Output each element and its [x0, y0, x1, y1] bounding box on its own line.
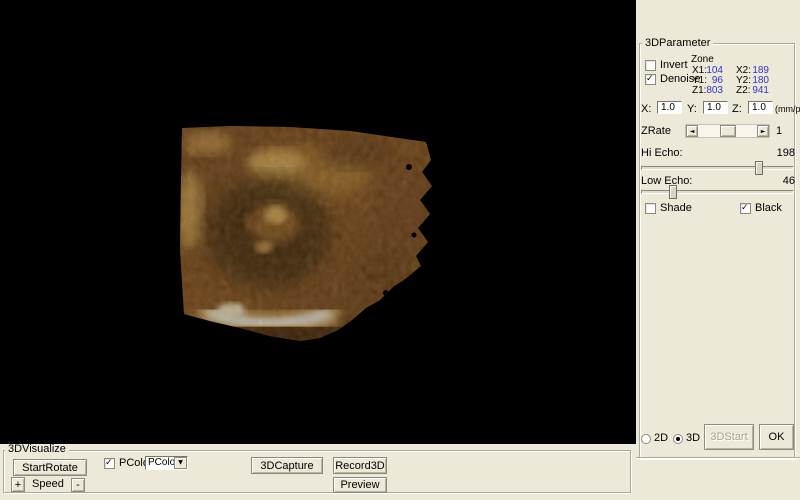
- parameter-panel: 3DParameter Invert Denoise Zone X1: 104 …: [636, 0, 800, 500]
- pcolor-checkbox[interactable]: [104, 458, 115, 469]
- hi-echo-label: Hi Echo:: [641, 148, 683, 159]
- record3d-button[interactable]: Record3D: [333, 457, 387, 474]
- low-echo-slider-thumb[interactable]: [669, 185, 677, 199]
- zrate-scrollbar[interactable]: ◄ ►: [685, 124, 770, 138]
- zrate-value: 1: [776, 126, 782, 137]
- speed-minus-button[interactable]: -: [71, 478, 85, 492]
- speed-label: Speed: [32, 479, 64, 490]
- render-viewport[interactable]: [0, 0, 636, 444]
- zrate-left-arrow-icon[interactable]: ◄: [686, 125, 698, 137]
- low-echo-value: 46: [783, 176, 795, 187]
- chevron-down-icon[interactable]: ▼: [174, 457, 187, 469]
- speed-plus-button[interactable]: +: [11, 477, 25, 492]
- low-echo-label: Low Echo:: [641, 176, 692, 187]
- hi-echo-slider-thumb[interactable]: [755, 161, 763, 175]
- invert-checkbox[interactable]: [645, 60, 656, 71]
- invert-label: Invert: [660, 60, 688, 71]
- scale-z-input[interactable]: 1.0: [748, 101, 773, 114]
- zrate-right-arrow-icon[interactable]: ►: [757, 125, 769, 137]
- scale-unit-label: (mm/p): [775, 104, 800, 115]
- low-echo-slider[interactable]: [641, 190, 794, 194]
- zrate-label: ZRate: [641, 126, 671, 137]
- 3dcapture-button[interactable]: 3DCapture: [251, 457, 323, 474]
- 3d-radio-label: 3D: [686, 433, 700, 444]
- shade-checkbox[interactable]: [645, 203, 656, 214]
- 3dstart-button[interactable]: 3DStart: [704, 424, 754, 450]
- denoise-checkbox[interactable]: [645, 74, 656, 85]
- visualize-panel: 3DVisualize StartRotate + Speed - PColor…: [0, 444, 636, 500]
- scale-x-input[interactable]: 1.0: [657, 101, 682, 114]
- pcolor-select[interactable]: PColor ▼: [145, 456, 188, 470]
- 3d-radio[interactable]: [673, 434, 683, 444]
- scale-y-input[interactable]: 1.0: [703, 101, 728, 114]
- scale-x-label: X:: [641, 104, 651, 115]
- ok-button[interactable]: OK: [759, 424, 794, 450]
- zone-z1-value: 803: [696, 86, 723, 96]
- black-label: Black: [755, 203, 782, 214]
- zone-title: Zone: [691, 55, 714, 65]
- preview-button[interactable]: Preview: [333, 477, 387, 493]
- zone-z2-value: 941: [739, 86, 769, 96]
- parameter-group-title: 3DParameter: [642, 38, 713, 49]
- 2d-radio[interactable]: [641, 434, 651, 444]
- shade-label: Shade: [660, 203, 692, 214]
- zrate-scrollbar-thumb[interactable]: [720, 125, 736, 137]
- app-window: 3DParameter Invert Denoise Zone X1: 104 …: [0, 0, 800, 500]
- visualize-group-title: 3DVisualize: [5, 444, 69, 455]
- start-rotate-button[interactable]: StartRotate: [13, 459, 87, 476]
- hi-echo-slider[interactable]: [641, 166, 794, 170]
- scale-z-label: Z:: [732, 104, 742, 115]
- hi-echo-value: 198: [777, 148, 795, 159]
- scale-y-label: Y:: [687, 104, 697, 115]
- panel-divider: [636, 457, 800, 459]
- ultrasound-render: [176, 115, 434, 347]
- 2d-radio-label: 2D: [654, 433, 668, 444]
- black-checkbox[interactable]: [740, 203, 751, 214]
